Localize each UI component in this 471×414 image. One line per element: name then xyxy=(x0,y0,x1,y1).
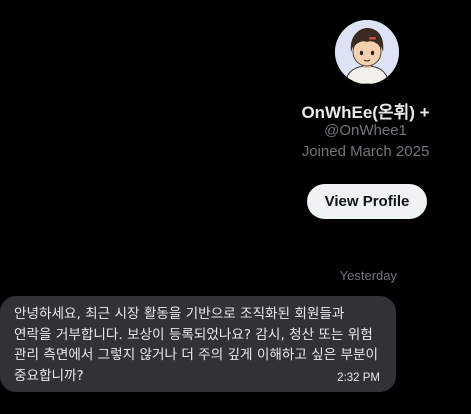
profile-joined-date: Joined March 2025 xyxy=(301,143,430,160)
profile-handle[interactable]: @OnWhee1 xyxy=(260,122,471,139)
message-timestamp: 2:32 PM xyxy=(337,372,380,384)
message-bubble[interactable]: 안녕하세요, 최근 시장 활동을 기반으로 조직화된 회원들과 연락을 거부합니… xyxy=(0,296,396,392)
day-separator: Yesterday xyxy=(339,268,397,283)
view-profile-button[interactable]: View Profile xyxy=(307,184,427,219)
avatar[interactable] xyxy=(335,20,399,84)
message-text: 안녕하세요, 최근 시장 활동을 기반으로 조직화된 회원들과 연락을 거부합니… xyxy=(14,306,379,384)
cartoon-avatar-icon xyxy=(335,20,399,84)
profile-display-name[interactable]: OnWhEe(온휘) + xyxy=(260,98,471,123)
